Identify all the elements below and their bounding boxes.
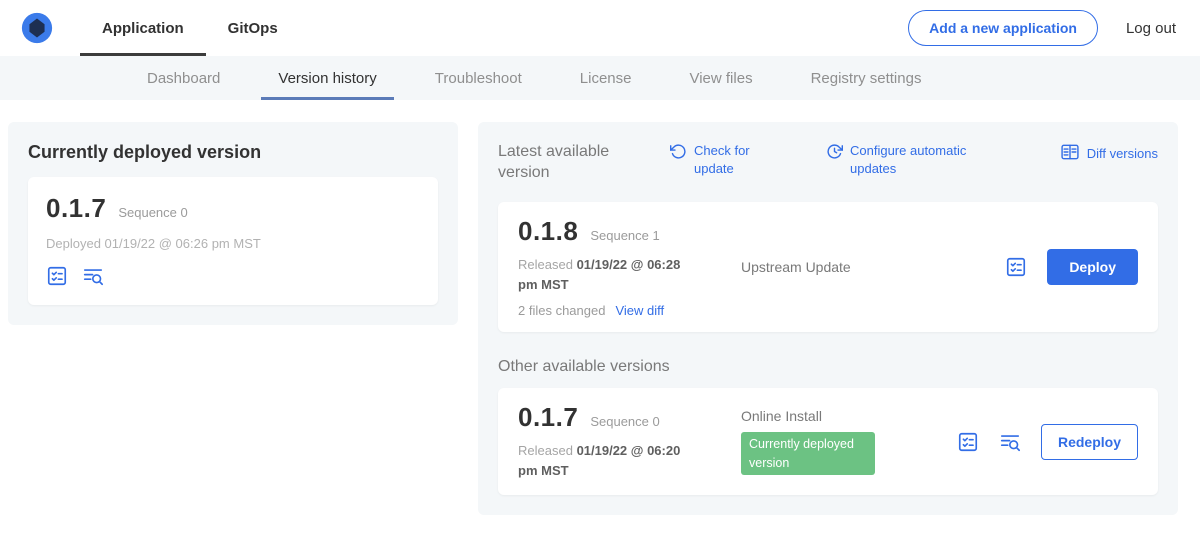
other-released-text: Released 01/19/22 @ 06:20 pm MST bbox=[518, 441, 703, 481]
refresh-icon bbox=[670, 142, 687, 163]
deployed-panel-title: Currently deployed version bbox=[28, 142, 438, 163]
released-prefix: Released bbox=[518, 257, 573, 272]
top-navbar: Application GitOps Add a new application… bbox=[0, 0, 1200, 56]
deployed-sequence-label: Sequence 0 bbox=[118, 205, 187, 220]
check-for-update-button[interactable]: Check for update bbox=[670, 142, 764, 177]
other-release-actions: Redeploy bbox=[957, 424, 1138, 460]
deployed-version-number: 0.1.7 bbox=[46, 193, 106, 224]
checklist-icon[interactable] bbox=[46, 265, 68, 287]
subnav-item-dashboard[interactable]: Dashboard bbox=[118, 56, 249, 100]
view-diff-link[interactable]: View diff bbox=[615, 303, 664, 318]
available-panel-title: Latest available version bbox=[498, 142, 658, 184]
subnav-label: Troubleshoot bbox=[435, 70, 522, 87]
files-changed-row: 2 files changed View diff bbox=[518, 303, 733, 318]
release-card-other: 0.1.7 Sequence 0 Released 01/19/22 @ 06:… bbox=[498, 388, 1158, 495]
diff-table-icon bbox=[1060, 142, 1080, 165]
app-logo[interactable] bbox=[20, 11, 54, 45]
available-panel-header: Latest available version Check for updat… bbox=[498, 142, 1158, 184]
tab-gitops[interactable]: GitOps bbox=[206, 0, 300, 56]
files-changed-label: 2 files changed bbox=[518, 303, 605, 318]
subnav-label: License bbox=[580, 70, 632, 87]
other-version-row: 0.1.7 Sequence 0 bbox=[518, 402, 733, 433]
redeploy-button[interactable]: Redeploy bbox=[1041, 424, 1138, 460]
latest-sequence-label: Sequence 1 bbox=[590, 228, 659, 243]
logout-button[interactable]: Log out bbox=[1126, 20, 1176, 37]
subnav-item-license[interactable]: License bbox=[551, 56, 661, 100]
subnav-item-version-history[interactable]: Version history bbox=[249, 56, 405, 100]
subnav-item-view-files[interactable]: View files bbox=[660, 56, 781, 100]
other-version-source: Online Install bbox=[741, 408, 957, 424]
other-sequence-label: Sequence 0 bbox=[590, 414, 659, 429]
deployed-version-row: 0.1.7 Sequence 0 bbox=[46, 193, 420, 224]
clock-refresh-icon bbox=[826, 142, 843, 163]
latest-version-source: Upstream Update bbox=[733, 259, 1005, 275]
main-content: Currently deployed version 0.1.7 Sequenc… bbox=[0, 100, 1200, 515]
currently-deployed-badge: Currently deployed version bbox=[741, 432, 875, 474]
available-versions-panel: Latest available version Check for updat… bbox=[478, 122, 1178, 515]
latest-version-number: 0.1.8 bbox=[518, 216, 578, 247]
latest-release-info: 0.1.8 Sequence 1 Released 01/19/22 @ 06:… bbox=[518, 216, 733, 318]
deployed-version-card: 0.1.7 Sequence 0 Deployed 01/19/22 @ 06:… bbox=[28, 177, 438, 305]
tab-application[interactable]: Application bbox=[80, 0, 206, 56]
configure-automatic-updates-label: Configure automatic updates bbox=[850, 142, 982, 177]
currently-deployed-panel: Currently deployed version 0.1.7 Sequenc… bbox=[8, 122, 458, 325]
file-search-icon[interactable] bbox=[999, 431, 1021, 453]
latest-version-row: 0.1.8 Sequence 1 bbox=[518, 216, 733, 247]
checklist-icon[interactable] bbox=[1005, 256, 1027, 278]
app-logo-icon bbox=[20, 32, 54, 48]
file-search-icon[interactable] bbox=[82, 265, 104, 287]
add-application-button[interactable]: Add a new application bbox=[908, 10, 1098, 46]
subnav-label: Version history bbox=[278, 70, 376, 87]
configure-automatic-updates-button[interactable]: Configure automatic updates bbox=[826, 142, 982, 177]
diff-versions-button[interactable]: Diff versions bbox=[1060, 142, 1158, 165]
deployed-card-actions bbox=[46, 265, 420, 287]
latest-released-text: Released 01/19/22 @ 06:28 pm MST bbox=[518, 255, 703, 295]
subnav-label: Registry settings bbox=[811, 70, 922, 87]
subnav-item-registry-settings[interactable]: Registry settings bbox=[782, 56, 951, 100]
tab-application-label: Application bbox=[102, 20, 184, 37]
subnav-label: Dashboard bbox=[147, 70, 220, 87]
subnav-label: View files bbox=[689, 70, 752, 87]
app-subnav: Dashboard Version history Troubleshoot L… bbox=[0, 56, 1200, 100]
deploy-button[interactable]: Deploy bbox=[1047, 249, 1138, 285]
other-versions-title: Other available versions bbox=[498, 358, 1158, 376]
deployed-date-text: Deployed 01/19/22 @ 06:26 pm MST bbox=[46, 236, 420, 251]
diff-versions-label: Diff versions bbox=[1087, 146, 1158, 161]
released-prefix: Released bbox=[518, 443, 573, 458]
tab-gitops-label: GitOps bbox=[228, 20, 278, 37]
subnav-item-troubleshoot[interactable]: Troubleshoot bbox=[406, 56, 551, 100]
other-version-number: 0.1.7 bbox=[518, 402, 578, 433]
latest-release-actions: Deploy bbox=[1005, 249, 1138, 285]
other-release-info: 0.1.7 Sequence 0 Released 01/19/22 @ 06:… bbox=[518, 402, 733, 481]
checklist-icon[interactable] bbox=[957, 431, 979, 453]
check-for-update-label: Check for update bbox=[694, 142, 764, 177]
other-version-source-block: Online Install Currently deployed versio… bbox=[733, 408, 957, 474]
release-card-latest: 0.1.8 Sequence 1 Released 01/19/22 @ 06:… bbox=[498, 202, 1158, 332]
